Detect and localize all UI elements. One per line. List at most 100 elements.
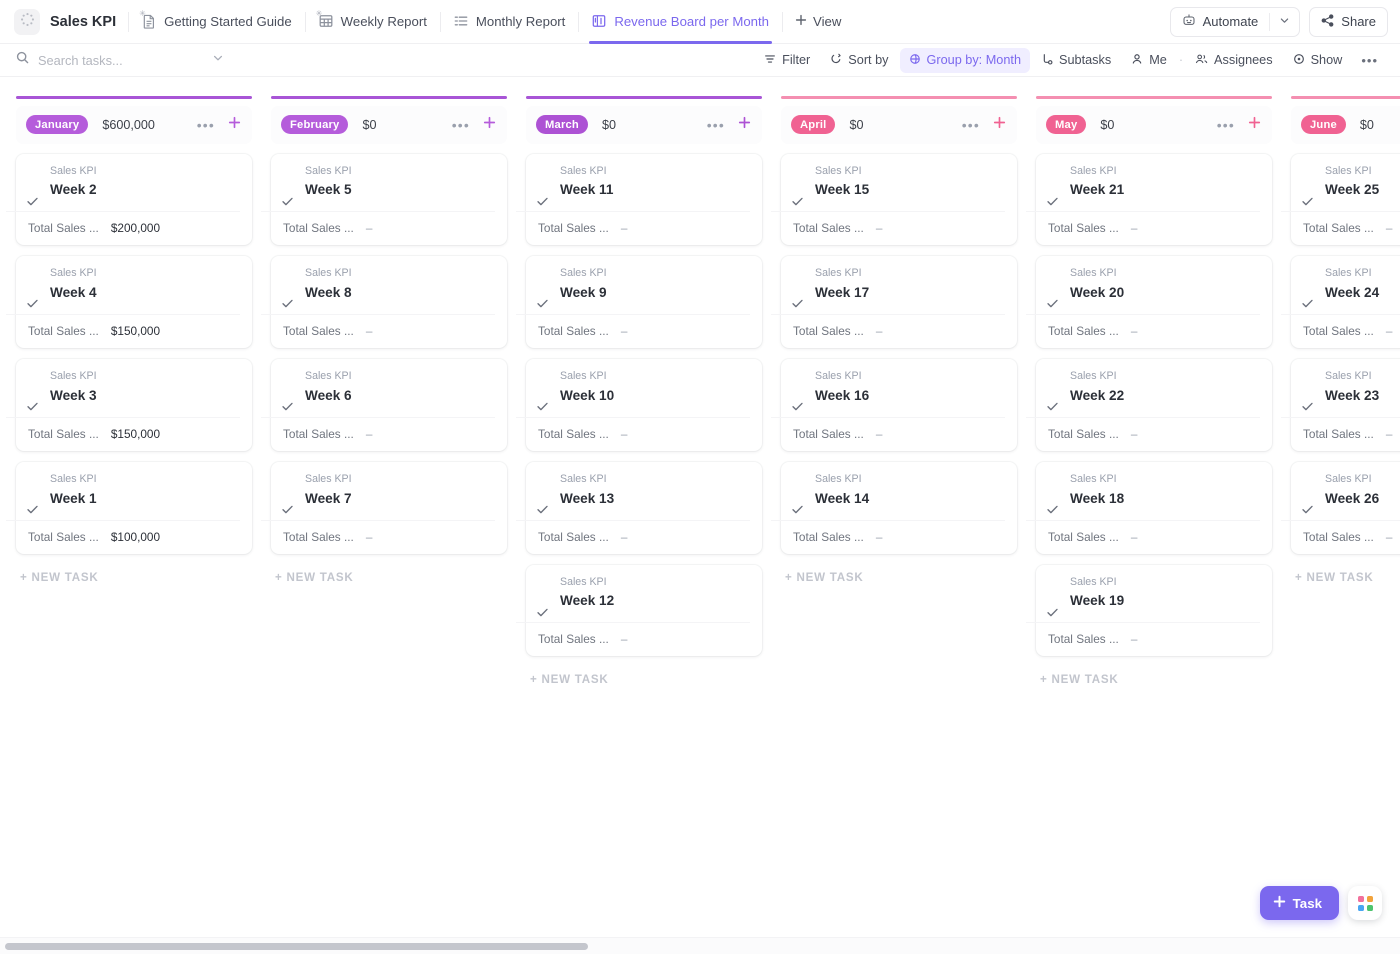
toolbar-ellipsis-icon[interactable]: ••• [1353, 48, 1386, 73]
column-month-badge[interactable]: January [26, 115, 89, 134]
task-card-field[interactable]: Total Sales ... – [261, 416, 495, 451]
new-task-link[interactable]: + NEW TASK [1036, 669, 1272, 686]
task-card[interactable]: Sales KPI Week 21 Total Sales ... – [1026, 153, 1272, 246]
filter-button[interactable]: Filter [755, 48, 819, 73]
column-month-badge[interactable]: February [281, 115, 349, 134]
task-card[interactable]: Sales KPI Week 15 Total Sales ... – [771, 153, 1017, 246]
task-card[interactable]: Sales KPI Week 9 Total Sales ... – [516, 256, 762, 349]
check-icon[interactable] [281, 400, 295, 414]
task-card-field[interactable]: Total Sales ... – [516, 211, 750, 245]
check-icon[interactable] [536, 297, 550, 311]
column-add-task-icon[interactable] [990, 115, 1009, 134]
task-card[interactable]: Sales KPI Week 6 Total Sales ... – [261, 359, 507, 451]
horizontal-scrollbar-track[interactable] [0, 937, 1400, 954]
task-card[interactable]: Sales KPI Week 3 Total Sales ... $150,000 [6, 359, 252, 451]
column-add-task-icon[interactable] [480, 115, 499, 134]
task-card[interactable]: Sales KPI Week 2 Total Sales ... $200,000 [6, 153, 252, 246]
column-add-task-icon[interactable] [225, 115, 244, 134]
share-button[interactable]: Share [1309, 6, 1388, 37]
check-icon[interactable] [1046, 606, 1060, 620]
check-icon[interactable] [1046, 503, 1060, 517]
task-card[interactable]: Sales KPI Week 25 Total Sales ... – [1281, 153, 1400, 246]
task-card-field[interactable]: Total Sales ... – [771, 519, 1005, 554]
check-icon[interactable] [281, 195, 295, 209]
check-icon[interactable] [791, 400, 805, 414]
search-chevron-down-icon[interactable] [212, 51, 224, 69]
check-icon[interactable] [1301, 297, 1315, 311]
task-card[interactable]: Sales KPI Week 4 Total Sales ... $150,000 [6, 256, 252, 349]
subtasks-button[interactable]: Subtasks [1032, 48, 1120, 73]
sort-by-button[interactable]: Sort by [821, 48, 897, 73]
task-card[interactable]: Sales KPI Week 16 Total Sales ... – [771, 359, 1017, 451]
check-icon[interactable] [791, 297, 805, 311]
task-card-field[interactable]: Total Sales ... – [516, 314, 750, 348]
automate-main[interactable]: Automate [1171, 8, 1270, 36]
column-month-badge[interactable]: June [1301, 115, 1346, 134]
assignees-button[interactable]: Assignees [1186, 48, 1282, 73]
column-ellipsis-icon[interactable]: ••• [448, 115, 474, 135]
automate-button[interactable]: Automate [1169, 6, 1301, 37]
task-card[interactable]: Sales KPI Week 14 Total Sales ... – [771, 461, 1017, 554]
column-month-badge[interactable]: May [1046, 115, 1087, 134]
task-card-field[interactable]: Total Sales ... $150,000 [6, 416, 240, 451]
check-icon[interactable] [536, 503, 550, 517]
add-view-button[interactable]: View [783, 14, 853, 29]
column-month-badge[interactable]: April [791, 115, 836, 134]
task-card[interactable]: Sales KPI Week 13 Total Sales ... – [516, 461, 762, 554]
task-card[interactable]: Sales KPI Week 23 Total Sales ... – [1281, 359, 1400, 451]
task-card-field[interactable]: Total Sales ... – [516, 622, 750, 656]
task-card-field[interactable]: Total Sales ... – [1281, 519, 1400, 554]
automate-caret[interactable] [1270, 8, 1299, 36]
search-box[interactable] [16, 51, 223, 69]
tab-revenue-board-per-month[interactable]: Revenue Board per Month [579, 0, 782, 44]
task-card[interactable]: Sales KPI Week 10 Total Sales ... – [516, 359, 762, 451]
task-card[interactable]: Sales KPI Week 20 Total Sales ... – [1026, 256, 1272, 349]
task-card-field[interactable]: Total Sales ... – [771, 211, 1005, 245]
task-card[interactable]: Sales KPI Week 8 Total Sales ... – [261, 256, 507, 349]
task-card-field[interactable]: Total Sales ... – [261, 314, 495, 348]
new-task-link[interactable]: + NEW TASK [526, 669, 762, 686]
task-card-field[interactable]: Total Sales ... – [516, 519, 750, 554]
check-icon[interactable] [1301, 400, 1315, 414]
task-card-field[interactable]: Total Sales ... – [771, 416, 1005, 451]
check-icon[interactable] [536, 606, 550, 620]
task-card-field[interactable]: Total Sales ... – [261, 211, 495, 245]
group-by-button[interactable]: Group by: Month [899, 47, 1030, 73]
task-card-field[interactable]: Total Sales ... – [1026, 416, 1260, 451]
task-card-field[interactable]: Total Sales ... – [1026, 519, 1260, 554]
task-card-field[interactable]: Total Sales ... $200,000 [6, 211, 240, 245]
check-icon[interactable] [1301, 195, 1315, 209]
check-icon[interactable] [791, 195, 805, 209]
task-card-field[interactable]: Total Sales ... – [1281, 416, 1400, 451]
task-card-field[interactable]: Total Sales ... – [261, 519, 495, 554]
check-icon[interactable] [26, 297, 40, 311]
task-card[interactable]: Sales KPI Week 24 Total Sales ... – [1281, 256, 1400, 349]
check-icon[interactable] [791, 503, 805, 517]
task-card-field[interactable]: Total Sales ... $150,000 [6, 314, 240, 348]
horizontal-scrollbar-thumb[interactable] [5, 943, 588, 950]
new-task-link[interactable]: + NEW TASK [16, 567, 252, 584]
check-icon[interactable] [536, 400, 550, 414]
column-ellipsis-icon[interactable]: ••• [958, 115, 984, 135]
apps-launcher-button[interactable] [1348, 886, 1382, 920]
check-icon[interactable] [281, 297, 295, 311]
check-icon[interactable] [1046, 400, 1060, 414]
column-ellipsis-icon[interactable]: ••• [703, 115, 729, 135]
task-card-field[interactable]: Total Sales ... – [1281, 211, 1400, 245]
tab-weekly-report[interactable]: ✳ Weekly Report [306, 0, 440, 44]
task-card[interactable]: Sales KPI Week 5 Total Sales ... – [261, 153, 507, 246]
task-card[interactable]: Sales KPI Week 12 Total Sales ... – [516, 564, 762, 657]
search-input[interactable] [38, 52, 203, 68]
share-main[interactable]: Share [1310, 8, 1387, 36]
column-add-task-icon[interactable] [1245, 115, 1264, 134]
task-card-field[interactable]: Total Sales ... – [1281, 314, 1400, 348]
task-card-field[interactable]: Total Sales ... – [1026, 314, 1260, 348]
task-card[interactable]: Sales KPI Week 1 Total Sales ... $100,000 [6, 461, 252, 554]
new-task-link[interactable]: + NEW TASK [1291, 567, 1400, 584]
me-button[interactable]: Me [1122, 48, 1176, 73]
check-icon[interactable] [26, 503, 40, 517]
tab-monthly-report[interactable]: Monthly Report [441, 0, 578, 44]
column-ellipsis-icon[interactable]: ••• [193, 115, 219, 135]
check-icon[interactable] [1046, 195, 1060, 209]
new-task-fab[interactable]: Task [1259, 886, 1339, 920]
